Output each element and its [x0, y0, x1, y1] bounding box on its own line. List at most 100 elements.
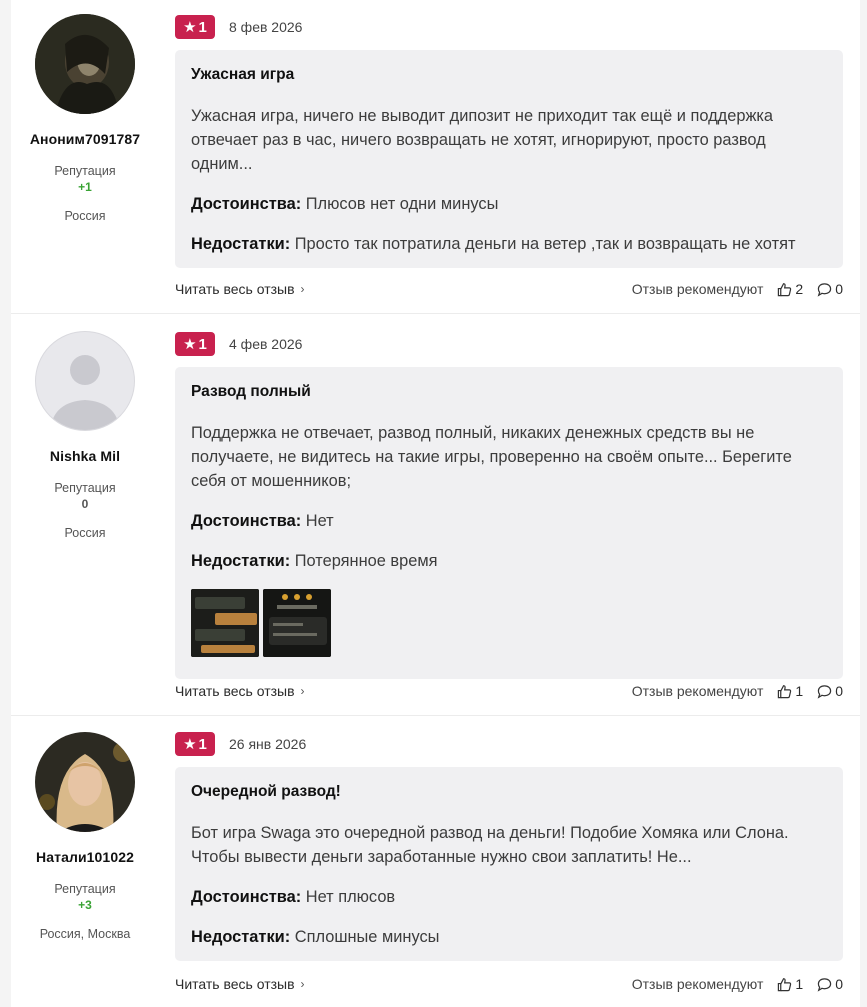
review-content: ★ 1 26 янв 2026 Очередной развод! Бот иг… [175, 717, 843, 992]
cons-text: Сплошные минусы [294, 928, 440, 946]
chevron-right-icon: › [300, 282, 305, 296]
like-count: 1 [795, 683, 804, 699]
pros-label: Достоинства: [191, 195, 302, 213]
review-title[interactable]: Развод полный [191, 383, 827, 401]
read-more-label: Читать весь отзыв [175, 281, 295, 297]
reputation-label: Репутация [54, 164, 116, 178]
review-attachments [191, 589, 827, 657]
attachment-thumbnail[interactable] [191, 589, 259, 657]
rating-badge: ★ 1 [175, 15, 215, 39]
author-location: Россия [64, 209, 106, 223]
like-button[interactable]: 1 [777, 976, 803, 992]
read-more-label: Читать весь отзыв [175, 683, 295, 699]
review-meta: ★ 1 4 фев 2026 [175, 331, 843, 357]
review-text: Ужасная игра, ничего не выводит дипозит … [191, 107, 774, 173]
comment-icon [817, 282, 832, 297]
thumbs-up-icon [778, 977, 792, 991]
review-body: Очередной развод! Бот игра Swaga это оче… [175, 767, 843, 961]
comment-count: 0 [835, 976, 843, 992]
attachment-thumbnail[interactable] [263, 589, 331, 657]
read-more-link[interactable]: Читать весь отзыв › [175, 281, 305, 297]
cons-text: Просто так потратила деньги на ветер ,та… [294, 235, 796, 253]
review-text: Поддержка не отвечает, развод полный, ни… [191, 424, 792, 490]
comment-count: 0 [835, 281, 843, 297]
thumbs-up-icon [778, 684, 792, 698]
review-date: 26 янв 2026 [229, 736, 307, 752]
star-icon: ★ [183, 735, 197, 753]
pros-text: Нет плюсов [305, 888, 396, 906]
star-icon: ★ [183, 18, 197, 36]
comments-button[interactable]: 0 [817, 683, 843, 699]
review-pros: Достоинства: Нет [191, 509, 827, 533]
review-pros: Достоинства: Нет плюсов [191, 885, 827, 909]
like-button[interactable]: 2 [777, 281, 803, 297]
reputation-value: 0 [81, 497, 89, 511]
review-author: Аноним7091787 Репутация +1 Россия [11, 0, 159, 223]
reputation-label: Репутация [54, 882, 116, 896]
review-card: Натали101022 Репутация +3 Россия, Москва… [11, 717, 860, 1007]
review-title[interactable]: Очередной развод! [191, 783, 827, 801]
review-author: Nishka Mil Репутация 0 Россия [11, 315, 159, 540]
reputation-label: Репутация [54, 481, 116, 495]
pros-text: Нет [305, 512, 334, 530]
read-more-link[interactable]: Читать весь отзыв › [175, 683, 305, 699]
review-meta: ★ 1 8 фев 2026 [175, 14, 843, 40]
reputation-value: +1 [78, 180, 92, 194]
author-location: Россия [64, 526, 106, 540]
rating-value: 1 [198, 735, 207, 753]
review-footer: Читать весь отзыв › Отзыв рекомендуют 2 … [175, 279, 843, 299]
pros-text: Плюсов нет одни минусы [305, 195, 499, 213]
avatar[interactable] [35, 331, 135, 431]
avatar[interactable] [35, 732, 135, 832]
star-icon: ★ [183, 335, 197, 353]
review-cons: Недостатки: Потерянное время [191, 549, 827, 573]
pros-label: Достоинства: [191, 512, 302, 530]
rating-value: 1 [198, 335, 207, 353]
comments-button[interactable]: 0 [817, 976, 843, 992]
comment-count: 0 [835, 683, 843, 699]
cons-text: Потерянное время [294, 552, 438, 570]
chevron-right-icon: › [300, 977, 305, 991]
review-meta: ★ 1 26 янв 2026 [175, 731, 843, 757]
author-name[interactable]: Nishka Mil [11, 448, 159, 464]
like-count: 2 [795, 281, 804, 297]
comments-button[interactable]: 0 [817, 281, 843, 297]
review-cons: Недостатки: Сплошные минусы [191, 925, 827, 949]
avatar[interactable] [35, 14, 135, 114]
review-text: Бот игра Swaga это очередной развод на д… [191, 824, 789, 866]
like-button[interactable]: 1 [777, 683, 803, 699]
review-title[interactable]: Ужасная игра [191, 66, 827, 84]
rating-value: 1 [198, 18, 207, 36]
review-footer: Читать весь отзыв › Отзыв рекомендуют 1 … [175, 681, 843, 701]
chevron-right-icon: › [300, 684, 305, 698]
author-location: Россия, Москва [39, 927, 131, 941]
recommend-label: Отзыв рекомендуют [631, 281, 764, 297]
read-more-link[interactable]: Читать весь отзыв › [175, 976, 305, 992]
thumbs-up-icon [778, 282, 792, 296]
recommend-label: Отзыв рекомендуют [631, 976, 764, 992]
recommend-label: Отзыв рекомендуют [631, 683, 764, 699]
comment-icon [817, 977, 832, 992]
reviews-feed: Аноним7091787 Репутация +1 Россия ★ 1 8 … [11, 0, 860, 1007]
review-author: Натали101022 Репутация +3 Россия, Москва [11, 717, 159, 941]
review-card: Аноним7091787 Репутация +1 Россия ★ 1 8 … [11, 0, 860, 314]
review-body: Ужасная игра Ужасная игра, ничего не выв… [175, 50, 843, 268]
review-body: Развод полный Поддержка не отвечает, раз… [175, 367, 843, 679]
read-more-label: Читать весь отзыв [175, 976, 295, 992]
review-footer: Читать весь отзыв › Отзыв рекомендуют 1 … [175, 974, 843, 994]
cons-label: Недостатки: [191, 552, 291, 570]
author-name[interactable]: Аноним7091787 [11, 131, 159, 147]
comment-icon [817, 684, 832, 699]
author-name[interactable]: Натали101022 [11, 849, 159, 865]
review-pros: Достоинства: Плюсов нет одни минусы [191, 192, 827, 216]
cons-label: Недостатки: [191, 928, 291, 946]
review-date: 8 фев 2026 [229, 19, 303, 35]
like-count: 1 [795, 976, 804, 992]
review-content: ★ 1 4 фев 2026 Развод полный Поддержка н… [175, 315, 843, 699]
pros-label: Достоинства: [191, 888, 302, 906]
cons-label: Недостатки: [191, 235, 291, 253]
rating-badge: ★ 1 [175, 732, 215, 756]
review-card: Nishka Mil Репутация 0 Россия ★ 1 4 фев … [11, 315, 860, 716]
rating-badge: ★ 1 [175, 332, 215, 356]
review-content: ★ 1 8 фев 2026 Ужасная игра Ужасная игра… [175, 0, 843, 297]
